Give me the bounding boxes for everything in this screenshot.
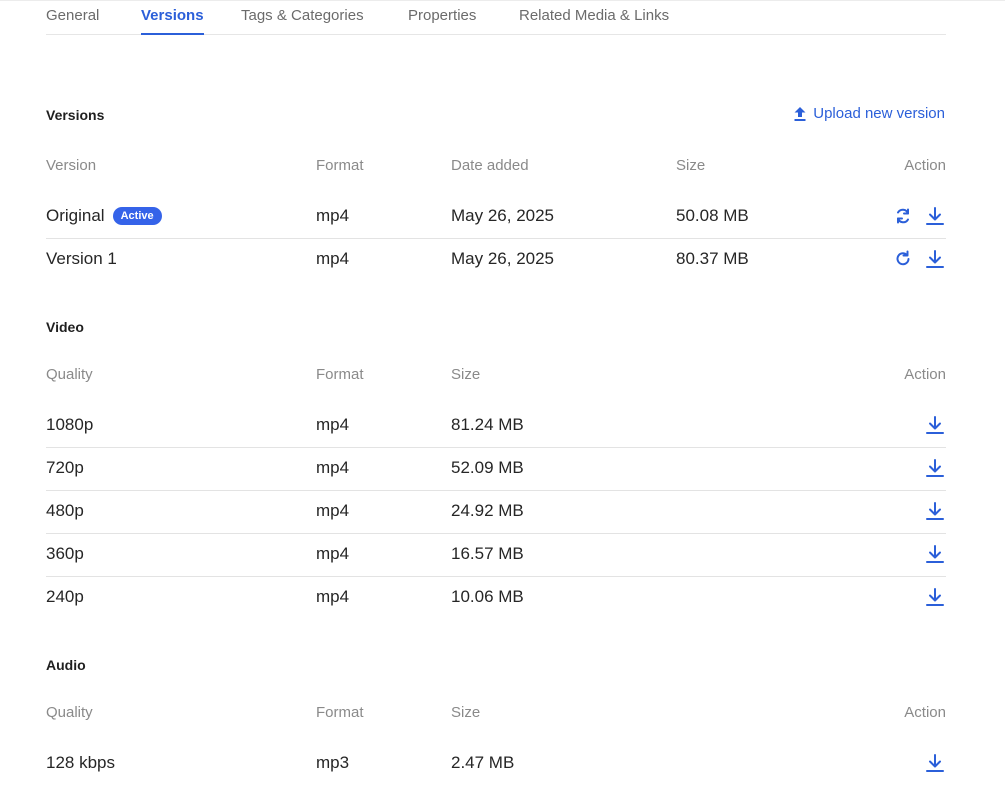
table-row: 128 kbps mp3 2.47 MB — [46, 743, 946, 786]
size-cell: 16.57 MB — [451, 544, 524, 563]
audio-section-title: Audio — [46, 657, 86, 673]
download-icon[interactable] — [924, 500, 946, 522]
row-actions — [924, 752, 946, 774]
size-cell: 24.92 MB — [451, 501, 524, 520]
row-actions — [924, 500, 946, 522]
format-cell: mp4 — [316, 206, 350, 225]
row-actions — [924, 586, 946, 608]
format-cell: mp4 — [316, 415, 350, 434]
versions-table-header: Version Format Date added Size Action — [46, 156, 946, 196]
tab-related-media-links[interactable]: Related Media & Links — [519, 7, 669, 35]
row-actions — [924, 414, 946, 436]
table-row: 720p mp4 52.09 MB — [46, 448, 946, 491]
header-action: Action — [904, 157, 946, 174]
versions-section-title: Versions — [46, 107, 105, 123]
versions-table: Version Format Date added Size Action Or… — [46, 156, 946, 282]
download-icon[interactable] — [924, 752, 946, 774]
header-size: Size — [451, 704, 481, 721]
table-row: Version 1 mp4 May 26, 2025 80.37 MB — [46, 239, 946, 282]
size-cell: 10.06 MB — [451, 587, 524, 606]
format-cell: mp4 — [316, 544, 350, 563]
size-cell: 80.37 MB — [676, 249, 749, 268]
format-cell: mp4 — [316, 458, 350, 477]
sync-icon[interactable] — [892, 205, 914, 227]
download-icon[interactable] — [924, 586, 946, 608]
header-format: Format — [316, 366, 364, 383]
table-row: 360p mp4 16.57 MB — [46, 534, 946, 577]
date-cell: May 26, 2025 — [451, 206, 555, 225]
version-name-cell: Original Active — [46, 206, 162, 226]
quality-cell: 240p — [46, 587, 84, 606]
tab-properties[interactable]: Properties — [408, 7, 476, 35]
table-row: 480p mp4 24.92 MB — [46, 491, 946, 534]
quality-cell: 720p — [46, 458, 84, 477]
date-cell: May 26, 2025 — [451, 249, 555, 268]
header-date-added: Date added — [451, 157, 529, 174]
tab-versions[interactable]: Versions — [141, 7, 204, 35]
size-cell: 50.08 MB — [676, 206, 749, 225]
header-format: Format — [316, 157, 364, 174]
size-cell: 81.24 MB — [451, 415, 524, 434]
format-cell: mp3 — [316, 753, 350, 772]
video-table: Quality Format Size Action 1080p mp4 81.… — [46, 365, 946, 620]
upload-icon — [794, 106, 806, 121]
version-name: Original — [46, 206, 105, 225]
format-cell: mp4 — [316, 501, 350, 520]
header-size: Size — [676, 157, 706, 174]
format-cell: mp4 — [316, 587, 350, 606]
active-badge: Active — [112, 207, 162, 225]
tab-tags-categories[interactable]: Tags & Categories — [241, 7, 364, 35]
quality-cell: 128 kbps — [46, 753, 115, 772]
quality-cell: 1080p — [46, 415, 94, 434]
download-icon[interactable] — [924, 205, 946, 227]
header-action: Action — [904, 366, 946, 383]
header-format: Format — [316, 704, 364, 721]
version-name: Version 1 — [46, 249, 117, 268]
download-icon[interactable] — [924, 248, 946, 270]
table-row: 1080p mp4 81.24 MB — [46, 405, 946, 448]
download-icon[interactable] — [924, 414, 946, 436]
download-icon[interactable] — [924, 543, 946, 565]
header-quality: Quality — [46, 704, 93, 721]
upload-new-version-label: Upload new version — [813, 105, 945, 122]
table-row: Original Active mp4 May 26, 2025 50.08 MB — [46, 196, 946, 239]
row-actions — [892, 205, 946, 227]
audio-table: Quality Format Size Action 128 kbps mp3 … — [46, 703, 946, 786]
header-size: Size — [451, 366, 481, 383]
row-actions — [924, 543, 946, 565]
header-quality: Quality — [46, 366, 93, 383]
size-cell: 2.47 MB — [451, 753, 515, 772]
tab-bar: General Versions Tags & Categories Prope… — [46, 0, 946, 35]
upload-new-version-button[interactable]: Upload new version — [793, 105, 945, 122]
size-cell: 52.09 MB — [451, 458, 524, 477]
download-icon[interactable] — [924, 457, 946, 479]
audio-table-header: Quality Format Size Action — [46, 703, 946, 743]
format-cell: mp4 — [316, 249, 350, 268]
row-actions — [924, 457, 946, 479]
header-version: Version — [46, 157, 97, 174]
tab-general[interactable]: General — [46, 7, 99, 35]
quality-cell: 360p — [46, 544, 84, 563]
table-row: 240p mp4 10.06 MB — [46, 577, 946, 620]
header-action: Action — [904, 704, 946, 721]
row-actions — [892, 248, 946, 270]
video-section-title: Video — [46, 319, 84, 335]
restore-icon[interactable] — [892, 248, 914, 270]
video-table-header: Quality Format Size Action — [46, 365, 946, 405]
quality-cell: 480p — [46, 501, 84, 520]
